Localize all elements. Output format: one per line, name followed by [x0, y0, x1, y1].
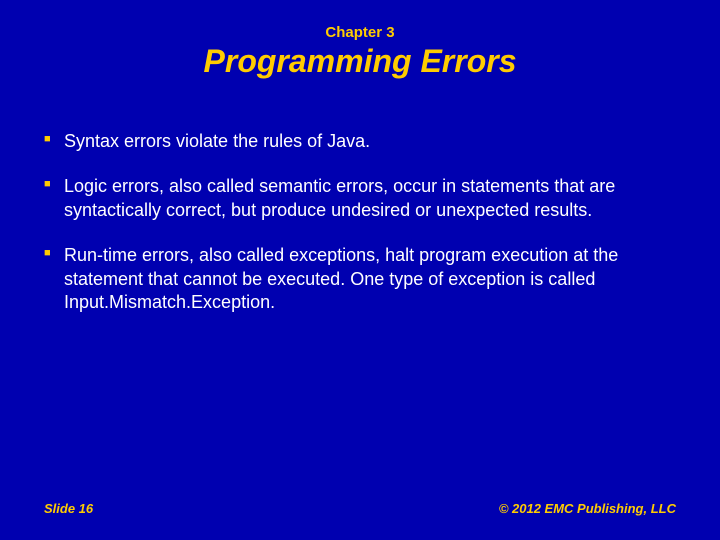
copyright: © 2012 EMC Publishing, LLC: [499, 501, 676, 516]
slide-number: Slide 16: [44, 501, 93, 516]
list-item: Run-time errors, also called exceptions,…: [44, 244, 676, 314]
list-item: Syntax errors violate the rules of Java.: [44, 130, 676, 153]
list-item: Logic errors, also called semantic error…: [44, 175, 676, 222]
slide-title: Programming Errors: [0, 41, 720, 130]
chapter-label: Chapter 3: [0, 0, 720, 41]
bullet-list: Syntax errors violate the rules of Java.…: [44, 130, 676, 314]
slide-content: Syntax errors violate the rules of Java.…: [0, 130, 720, 314]
slide-footer: Slide 16 © 2012 EMC Publishing, LLC: [0, 501, 720, 516]
